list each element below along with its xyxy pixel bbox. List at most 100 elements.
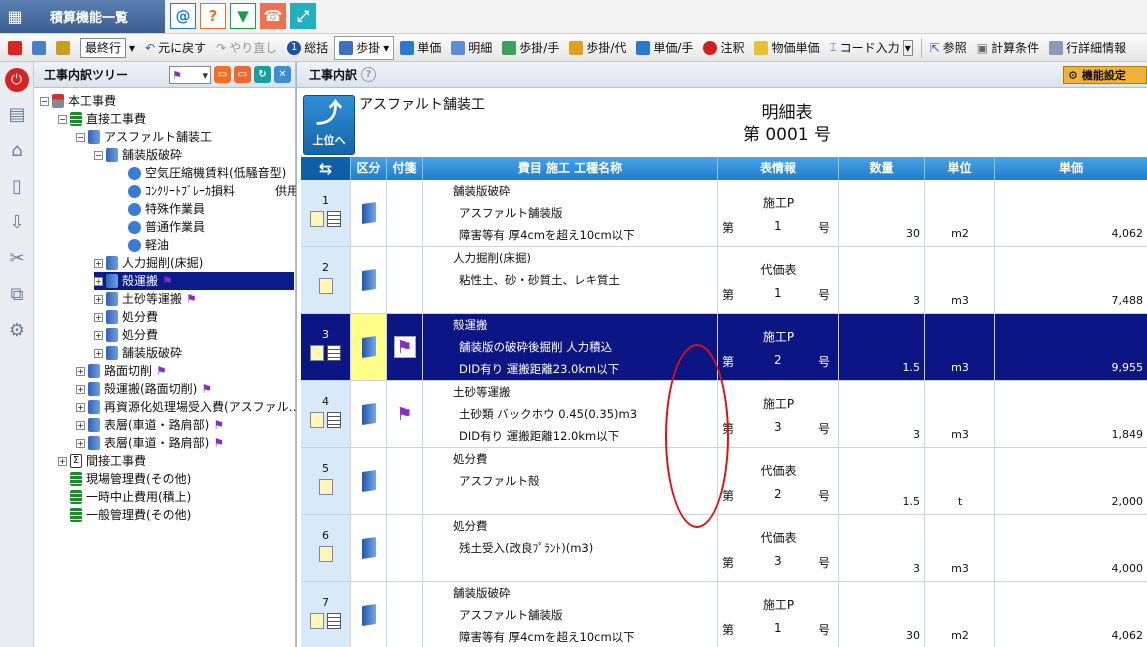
tree-node[interactable]: + 表層(車道・路肩部) ⚑ — [76, 416, 224, 434]
tree-node[interactable]: 一時中止費用(積上) — [70, 488, 191, 506]
delete-row-button[interactable] — [4, 36, 26, 60]
collapse-icon[interactable]: − — [76, 132, 85, 142]
expand-icon[interactable]: + — [94, 294, 103, 304]
tree-icon[interactable]: ▤ — [0, 96, 34, 132]
kubun-cell[interactable] — [351, 515, 387, 581]
swap-columns-button[interactable]: ⇆ — [301, 157, 351, 180]
table-row[interactable]: 7 舗装版破砕 アスファルト舗装版 障害等有 厚4cmを超え10cm以下 施工P 第 1 号 3… — [301, 582, 1147, 647]
tree-node[interactable]: ｺﾝｸﾘｰﾄﾌﾞﾚｰｶ損料 供用 — [128, 182, 299, 200]
tree-node[interactable]: 現場管理費(その他) — [70, 470, 191, 488]
tree-node[interactable]: − 直接工事費 — [58, 110, 146, 128]
kubun-cell[interactable] — [351, 448, 387, 514]
meisai-button[interactable]: 明細 — [447, 36, 496, 60]
power-icon[interactable]: ⏻ — [4, 68, 29, 92]
redo-button[interactable]: ↷ やり直し — [212, 36, 281, 60]
help-icon[interactable]: ? — [200, 3, 226, 29]
kubun-cell[interactable] — [351, 381, 387, 447]
fusen-cell[interactable] — [387, 247, 423, 313]
fusen-cell[interactable] — [387, 448, 423, 514]
table-row[interactable]: 4 ⚑ 土砂等運搬 土砂類 バックホウ 0.45(0.35)m3 DID有り 運搬距離1… — [301, 381, 1147, 448]
tree-node[interactable]: + 処分費 — [94, 308, 158, 326]
position-select[interactable]: 最終行 — [80, 37, 127, 58]
expand-icon[interactable]: + — [76, 438, 85, 448]
tree-node[interactable]: + 路面切削 ⚑ — [76, 362, 167, 380]
expand-icon[interactable]: + — [58, 456, 67, 466]
tree-node[interactable]: + 土砂等運搬 ⚑ — [94, 290, 197, 308]
app-menu-button[interactable]: ▦ 積算機能一覧 — [0, 0, 165, 33]
support-icon[interactable]: ☎ — [260, 3, 286, 29]
keisan-button[interactable]: ▣ 計算条件 — [973, 36, 1043, 60]
tree-node-selected[interactable]: + 殻運搬 ⚑ — [94, 272, 294, 290]
edit-row-icon[interactable] — [310, 613, 324, 629]
expand-icon[interactable]: + — [94, 348, 103, 358]
mail-icon[interactable]: @ — [170, 3, 196, 29]
flag-filter-select[interactable]: ⚑ ▾ — [169, 66, 211, 84]
sansho-button[interactable]: ⇱ 参照 — [926, 36, 971, 60]
edit-row-icon[interactable] — [310, 211, 324, 227]
collapse-icon[interactable]: − — [58, 114, 67, 124]
collapse-icon[interactable]: − — [40, 96, 49, 106]
tree-node[interactable]: − アスファルト舗装工 — [76, 128, 212, 146]
ayumi-dai-button[interactable]: 歩掛/代 — [565, 36, 630, 60]
tanka-button[interactable]: 単価 — [396, 36, 445, 60]
code-input-button[interactable]: ⌶ コード入力 ▾ — [825, 36, 916, 60]
tree-node[interactable]: + 人力掘削(床掘) — [94, 254, 203, 272]
document-icon[interactable]: ▯ — [0, 168, 34, 204]
kubun-cell[interactable] — [351, 247, 387, 313]
folder-icon[interactable]: ▭ — [214, 66, 231, 83]
list-icon[interactable] — [327, 613, 341, 629]
tree-node[interactable]: 特殊作業員 — [128, 200, 205, 218]
refresh-icon[interactable]: ↻ — [254, 66, 271, 83]
tree-node[interactable]: 普通作業員 — [128, 218, 205, 236]
expand-icon[interactable]: + — [94, 276, 103, 286]
ayumi-button[interactable]: 歩掛 ▾ — [334, 35, 395, 60]
kubun-cell[interactable] — [351, 314, 387, 380]
home-icon[interactable]: ⌂ — [0, 132, 34, 168]
go-up-button[interactable]: ⤴ 上位へ — [303, 95, 355, 155]
expand-icon[interactable]: + — [76, 366, 85, 376]
tools-icon[interactable]: ✂ — [0, 240, 34, 276]
expand-icon[interactable]: + — [94, 258, 103, 268]
tree-node[interactable]: + 舗装版破砕 — [94, 344, 182, 362]
tree-node[interactable]: 空気圧縮機賃料(低騒音型) — [128, 164, 286, 182]
table-row[interactable]: 1 舗装版破砕 アスファルト舗装版 障害等有 厚4cmを超え10cm以下 施工P 第 1 号 3… — [301, 180, 1147, 247]
expand-icon[interactable]: + — [76, 420, 85, 430]
edit-row-icon[interactable] — [318, 479, 333, 495]
ayumi-hand-button[interactable]: 歩掛/手 — [498, 36, 563, 60]
gyoshosai-button[interactable]: 行詳細情報 — [1045, 36, 1130, 60]
tree-node[interactable]: + 殻運搬(路面切削) ⚑ — [76, 380, 212, 398]
fusen-cell[interactable] — [387, 180, 423, 246]
tree-node[interactable]: + 処分費 — [94, 326, 158, 344]
list-icon[interactable] — [327, 345, 341, 361]
tree-node[interactable]: 一般管理費(その他) — [70, 506, 191, 524]
tree-node[interactable]: + 再資源化処理場受入費(アスファル… — [76, 398, 301, 416]
expand-icon[interactable]: + — [94, 312, 103, 322]
kubun-cell[interactable] — [351, 582, 387, 647]
total-button[interactable]: 1 総括 — [283, 36, 332, 60]
download-icon[interactable]: ⇩ — [0, 204, 34, 240]
tree-node[interactable]: − 舗装版破砕 — [94, 146, 182, 164]
tree-node[interactable]: 軽油 — [128, 236, 169, 254]
collapse-icon[interactable]: − — [94, 150, 103, 160]
buppin-button[interactable]: 物価単価 — [750, 36, 823, 60]
edit-row-icon[interactable] — [310, 412, 324, 428]
kubun-cell[interactable] — [351, 180, 387, 246]
chuushaku-button[interactable]: 注釈 — [699, 36, 748, 60]
settings-icon[interactable]: ⚙ — [0, 312, 34, 348]
tree-node[interactable]: − 本工事費 — [40, 92, 116, 110]
table-row[interactable]: 3 ⚑ 殻運搬 舗装版の破砕後掘削 人力積込 DID有り 運搬距離23.0km以下 施工P… — [301, 314, 1147, 381]
tree-node[interactable]: + Σ 間接工事費 — [58, 452, 146, 470]
expand-icon[interactable]: + — [94, 330, 103, 340]
close-icon[interactable]: ✕ — [274, 66, 291, 83]
insert-row-button[interactable] — [52, 36, 74, 60]
edit-row-icon[interactable] — [318, 546, 333, 562]
expand-icon[interactable]: + — [76, 402, 85, 412]
table-row[interactable]: 2 人力掘削(床掘) 粘性土、砂・砂質土、レキ質土 代価表第 1 号 3 m3 7,488 — [301, 247, 1147, 314]
beginner-icon[interactable]: ▼ — [230, 3, 256, 29]
fusen-cell[interactable]: ⚑ — [387, 314, 423, 380]
fusen-cell[interactable]: ⚑ — [387, 381, 423, 447]
function-settings-button[interactable]: ⚙ 機能設定 — [1063, 66, 1147, 84]
edit-row-button[interactable] — [28, 36, 50, 60]
table-row[interactable]: 5 処分費 アスファルト殻 代価表第 2 号 1.5 t 2,000 — [301, 448, 1147, 515]
list-icon[interactable] — [327, 412, 341, 428]
